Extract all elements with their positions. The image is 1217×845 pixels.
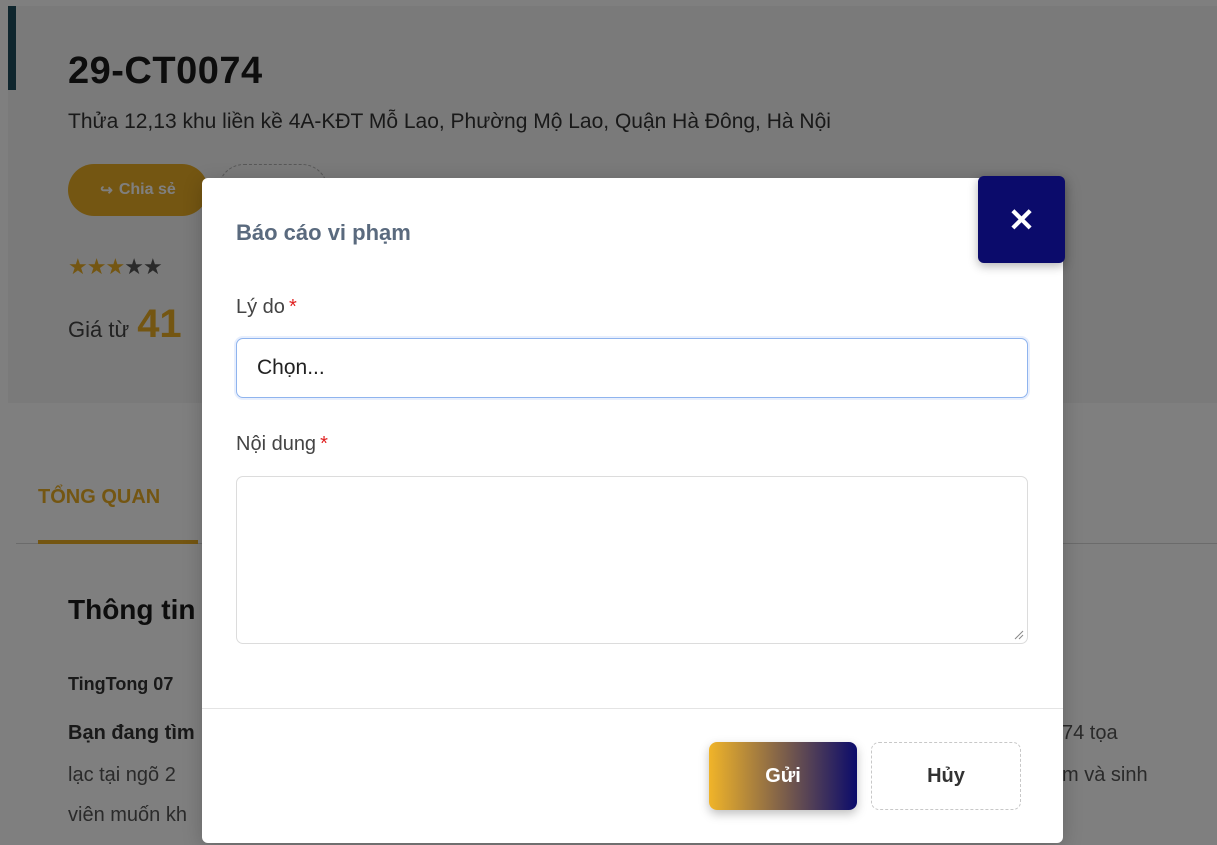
required-marker: * — [320, 433, 328, 455]
reason-label-text: Lý do — [236, 296, 285, 318]
content-label-text: Nội dung — [236, 433, 317, 455]
reason-select-value: Chọn... — [257, 356, 325, 379]
required-marker: * — [288, 296, 297, 318]
close-icon: ✕ — [1008, 201, 1035, 238]
reason-label: Lý do * — [236, 296, 297, 319]
close-button[interactable]: ✕ — [978, 176, 1065, 263]
send-button[interactable]: Gửi — [709, 742, 857, 810]
reason-select[interactable]: Chọn... — [236, 338, 1028, 398]
content-label: Nội dung * — [236, 433, 328, 456]
report-violation-dialog: Báo cáo vi phạm ✕ Lý do * Chọn... Nội dun… — [202, 176, 1065, 843]
content-textarea[interactable] — [236, 476, 1028, 644]
dialog-title: Báo cáo vi phạm — [236, 220, 411, 245]
cancel-button[interactable]: Hủy — [871, 742, 1021, 810]
dialog-footer-divider — [202, 708, 1063, 709]
resize-handle-icon[interactable] — [1012, 628, 1024, 640]
